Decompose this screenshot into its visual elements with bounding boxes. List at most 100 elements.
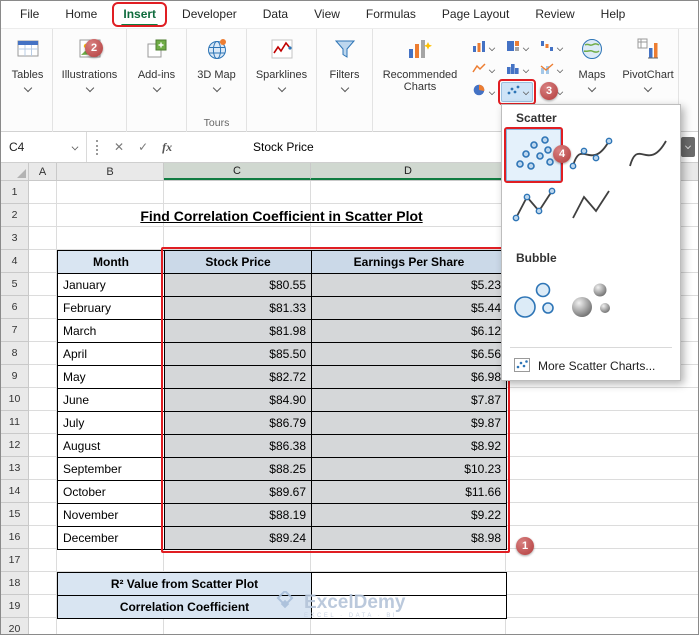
ribbon-tab-review[interactable]: Review xyxy=(522,1,587,28)
bubble-3d-option[interactable] xyxy=(563,272,618,334)
month-cell[interactable]: September xyxy=(58,458,165,481)
row-header-12[interactable]: 12 xyxy=(1,434,28,457)
column-header-C[interactable]: C xyxy=(164,163,311,180)
month-cell[interactable]: August xyxy=(58,435,165,458)
month-cell[interactable]: February xyxy=(58,297,165,320)
month-cell[interactable]: January xyxy=(58,274,165,297)
value-cell[interactable]: $6.56 xyxy=(312,343,507,366)
row-header-11[interactable]: 11 xyxy=(1,411,28,434)
cancel-icon[interactable]: ✕ xyxy=(107,140,131,154)
value-cell[interactable]: $88.25 xyxy=(165,458,312,481)
month-cell[interactable]: October xyxy=(58,481,165,504)
month-cell[interactable]: March xyxy=(58,320,165,343)
bubble-option[interactable] xyxy=(506,272,561,334)
insert-column-chart-button[interactable] xyxy=(467,38,499,58)
ribbon-tab-data[interactable]: Data xyxy=(250,1,301,28)
ribbon-tab-insert[interactable]: Insert xyxy=(110,1,169,28)
insert-combo-chart-button[interactable] xyxy=(535,60,567,80)
row-header-2[interactable]: 2 xyxy=(1,204,28,227)
ribbon-tab-formulas[interactable]: Formulas xyxy=(353,1,429,28)
row-header-6[interactable]: 6 xyxy=(1,296,28,319)
filters-button[interactable]: Filters xyxy=(317,29,372,132)
table-header-cell[interactable]: Stock Price xyxy=(165,251,312,274)
value-cell[interactable]: $11.66 xyxy=(312,481,507,504)
insert-statistic-chart-button[interactable] xyxy=(501,60,533,80)
row-header-1[interactable]: 1 xyxy=(1,181,28,204)
sparklines-button[interactable]: Sparklines xyxy=(247,29,316,132)
column-header-D[interactable]: D xyxy=(311,163,506,180)
scatter-smooth-lines-option[interactable] xyxy=(620,129,675,181)
month-cell[interactable]: December xyxy=(58,527,165,550)
row-header-14[interactable]: 14 xyxy=(1,480,28,503)
value-cell[interactable]: $81.33 xyxy=(165,297,312,320)
value-cell[interactable]: $85.50 xyxy=(165,343,312,366)
insert-line-chart-button[interactable] xyxy=(467,60,499,80)
value-cell[interactable]: $9.87 xyxy=(312,412,507,435)
scatter-straight-lines-option[interactable] xyxy=(563,181,618,233)
ribbon-tab-view[interactable]: View xyxy=(301,1,353,28)
recommended-charts-button[interactable]: Recommended Charts xyxy=(373,29,467,132)
table-header-cell[interactable]: Earnings Per Share xyxy=(312,251,507,274)
select-all-corner[interactable] xyxy=(1,163,29,181)
value-cell[interactable]: $8.92 xyxy=(312,435,507,458)
row-header-5[interactable]: 5 xyxy=(1,273,28,296)
row-header-8[interactable]: 8 xyxy=(1,342,28,365)
ribbon-tab-home[interactable]: Home xyxy=(52,1,110,28)
row-header-3[interactable]: 3 xyxy=(1,227,28,250)
formula-bar-expand-button[interactable] xyxy=(681,137,695,157)
value-cell[interactable]: $6.98 xyxy=(312,366,507,389)
row-header-17[interactable]: 17 xyxy=(1,549,28,572)
insert-hierarchy-chart-button[interactable] xyxy=(501,38,533,58)
tables-button[interactable]: Tables xyxy=(3,29,52,132)
month-cell[interactable]: April xyxy=(58,343,165,366)
value-cell[interactable]: $86.38 xyxy=(165,435,312,458)
value-cell[interactable]: $8.98 xyxy=(312,527,507,550)
table-header-cell[interactable]: Month xyxy=(58,251,165,274)
value-cell[interactable]: $82.72 xyxy=(165,366,312,389)
scatter-straight-markers-option[interactable] xyxy=(506,181,561,233)
value-cell[interactable]: $5.23 xyxy=(312,274,507,297)
row-header-4[interactable]: 4 xyxy=(1,250,28,273)
value-cell[interactable]: $89.67 xyxy=(165,481,312,504)
value-cell[interactable]: $80.55 xyxy=(165,274,312,297)
row-header-19[interactable]: 19 xyxy=(1,595,28,618)
insert-waterfall-chart-button[interactable] xyxy=(535,38,567,58)
more-scatter-charts-item[interactable]: More Scatter Charts... xyxy=(502,353,680,379)
value-cell[interactable]: $7.87 xyxy=(312,389,507,412)
month-cell[interactable]: November xyxy=(58,504,165,527)
value-cell[interactable]: $5.44 xyxy=(312,297,507,320)
value-cell[interactable]: $89.24 xyxy=(165,527,312,550)
r2-label-cell[interactable]: R² Value from Scatter Plot xyxy=(58,573,312,596)
month-cell[interactable]: July xyxy=(58,412,165,435)
value-cell[interactable]: $86.79 xyxy=(165,412,312,435)
name-box[interactable]: C4 xyxy=(1,132,87,162)
row-header-15[interactable]: 15 xyxy=(1,503,28,526)
column-header-A[interactable]: A xyxy=(29,163,57,180)
column-header-B[interactable]: B xyxy=(57,163,164,180)
row-header-7[interactable]: 7 xyxy=(1,319,28,342)
value-cell[interactable]: $10.23 xyxy=(312,458,507,481)
r2-value-cell[interactable] xyxy=(312,573,507,596)
ribbon-tab-help[interactable]: Help xyxy=(588,1,639,28)
scatter-smooth-markers-option[interactable] xyxy=(563,129,618,181)
month-cell[interactable]: June xyxy=(58,389,165,412)
value-cell[interactable]: $6.12 xyxy=(312,320,507,343)
formula-input[interactable]: Stock Price xyxy=(253,132,314,162)
insert-scatter-chart-button[interactable] xyxy=(498,79,536,105)
row-header-9[interactable]: 9 xyxy=(1,365,28,388)
value-cell[interactable]: $9.22 xyxy=(312,504,507,527)
value-cell[interactable]: $88.19 xyxy=(165,504,312,527)
ribbon-tab-developer[interactable]: Developer xyxy=(169,1,250,28)
insert-function-icon[interactable]: fx xyxy=(155,140,179,155)
add-ins-button[interactable]: Add-ins xyxy=(127,29,186,132)
row-header-18[interactable]: 18 xyxy=(1,572,28,595)
ribbon-tab-file[interactable]: File xyxy=(7,1,52,28)
insert-pie-chart-button[interactable] xyxy=(467,82,499,102)
correlation-value-cell[interactable] xyxy=(312,596,507,619)
month-cell[interactable]: May xyxy=(58,366,165,389)
enter-icon[interactable]: ✓ xyxy=(131,140,155,154)
row-header-16[interactable]: 16 xyxy=(1,526,28,549)
value-cell[interactable]: $84.90 xyxy=(165,389,312,412)
value-cell[interactable]: $81.98 xyxy=(165,320,312,343)
row-header-20[interactable]: 20 xyxy=(1,618,28,634)
